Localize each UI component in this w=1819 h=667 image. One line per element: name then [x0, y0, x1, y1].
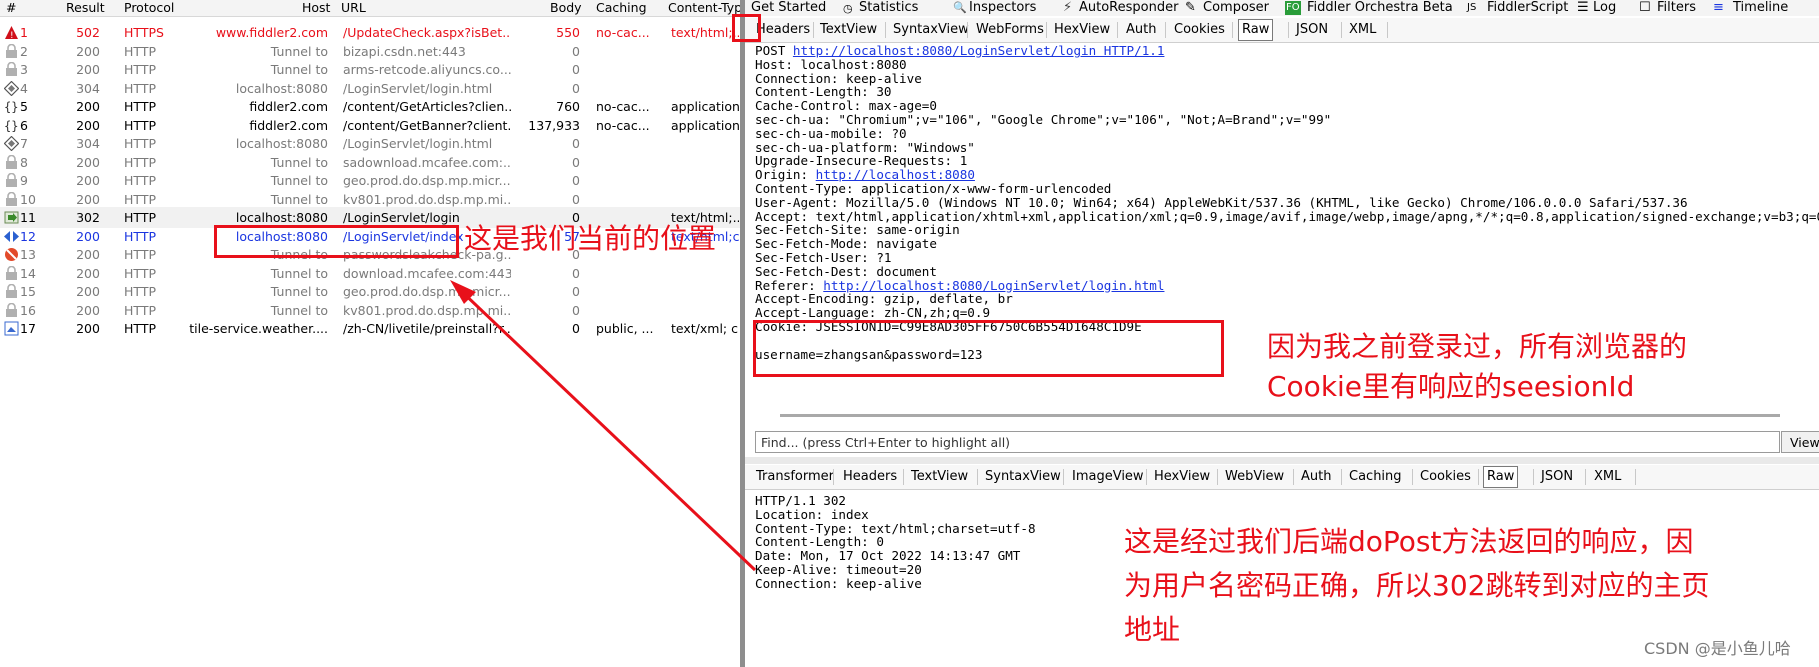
csdn-watermark: CSDN @是小鱼儿哈: [1644, 639, 1791, 658]
annotation-arrow: [450, 280, 757, 572]
